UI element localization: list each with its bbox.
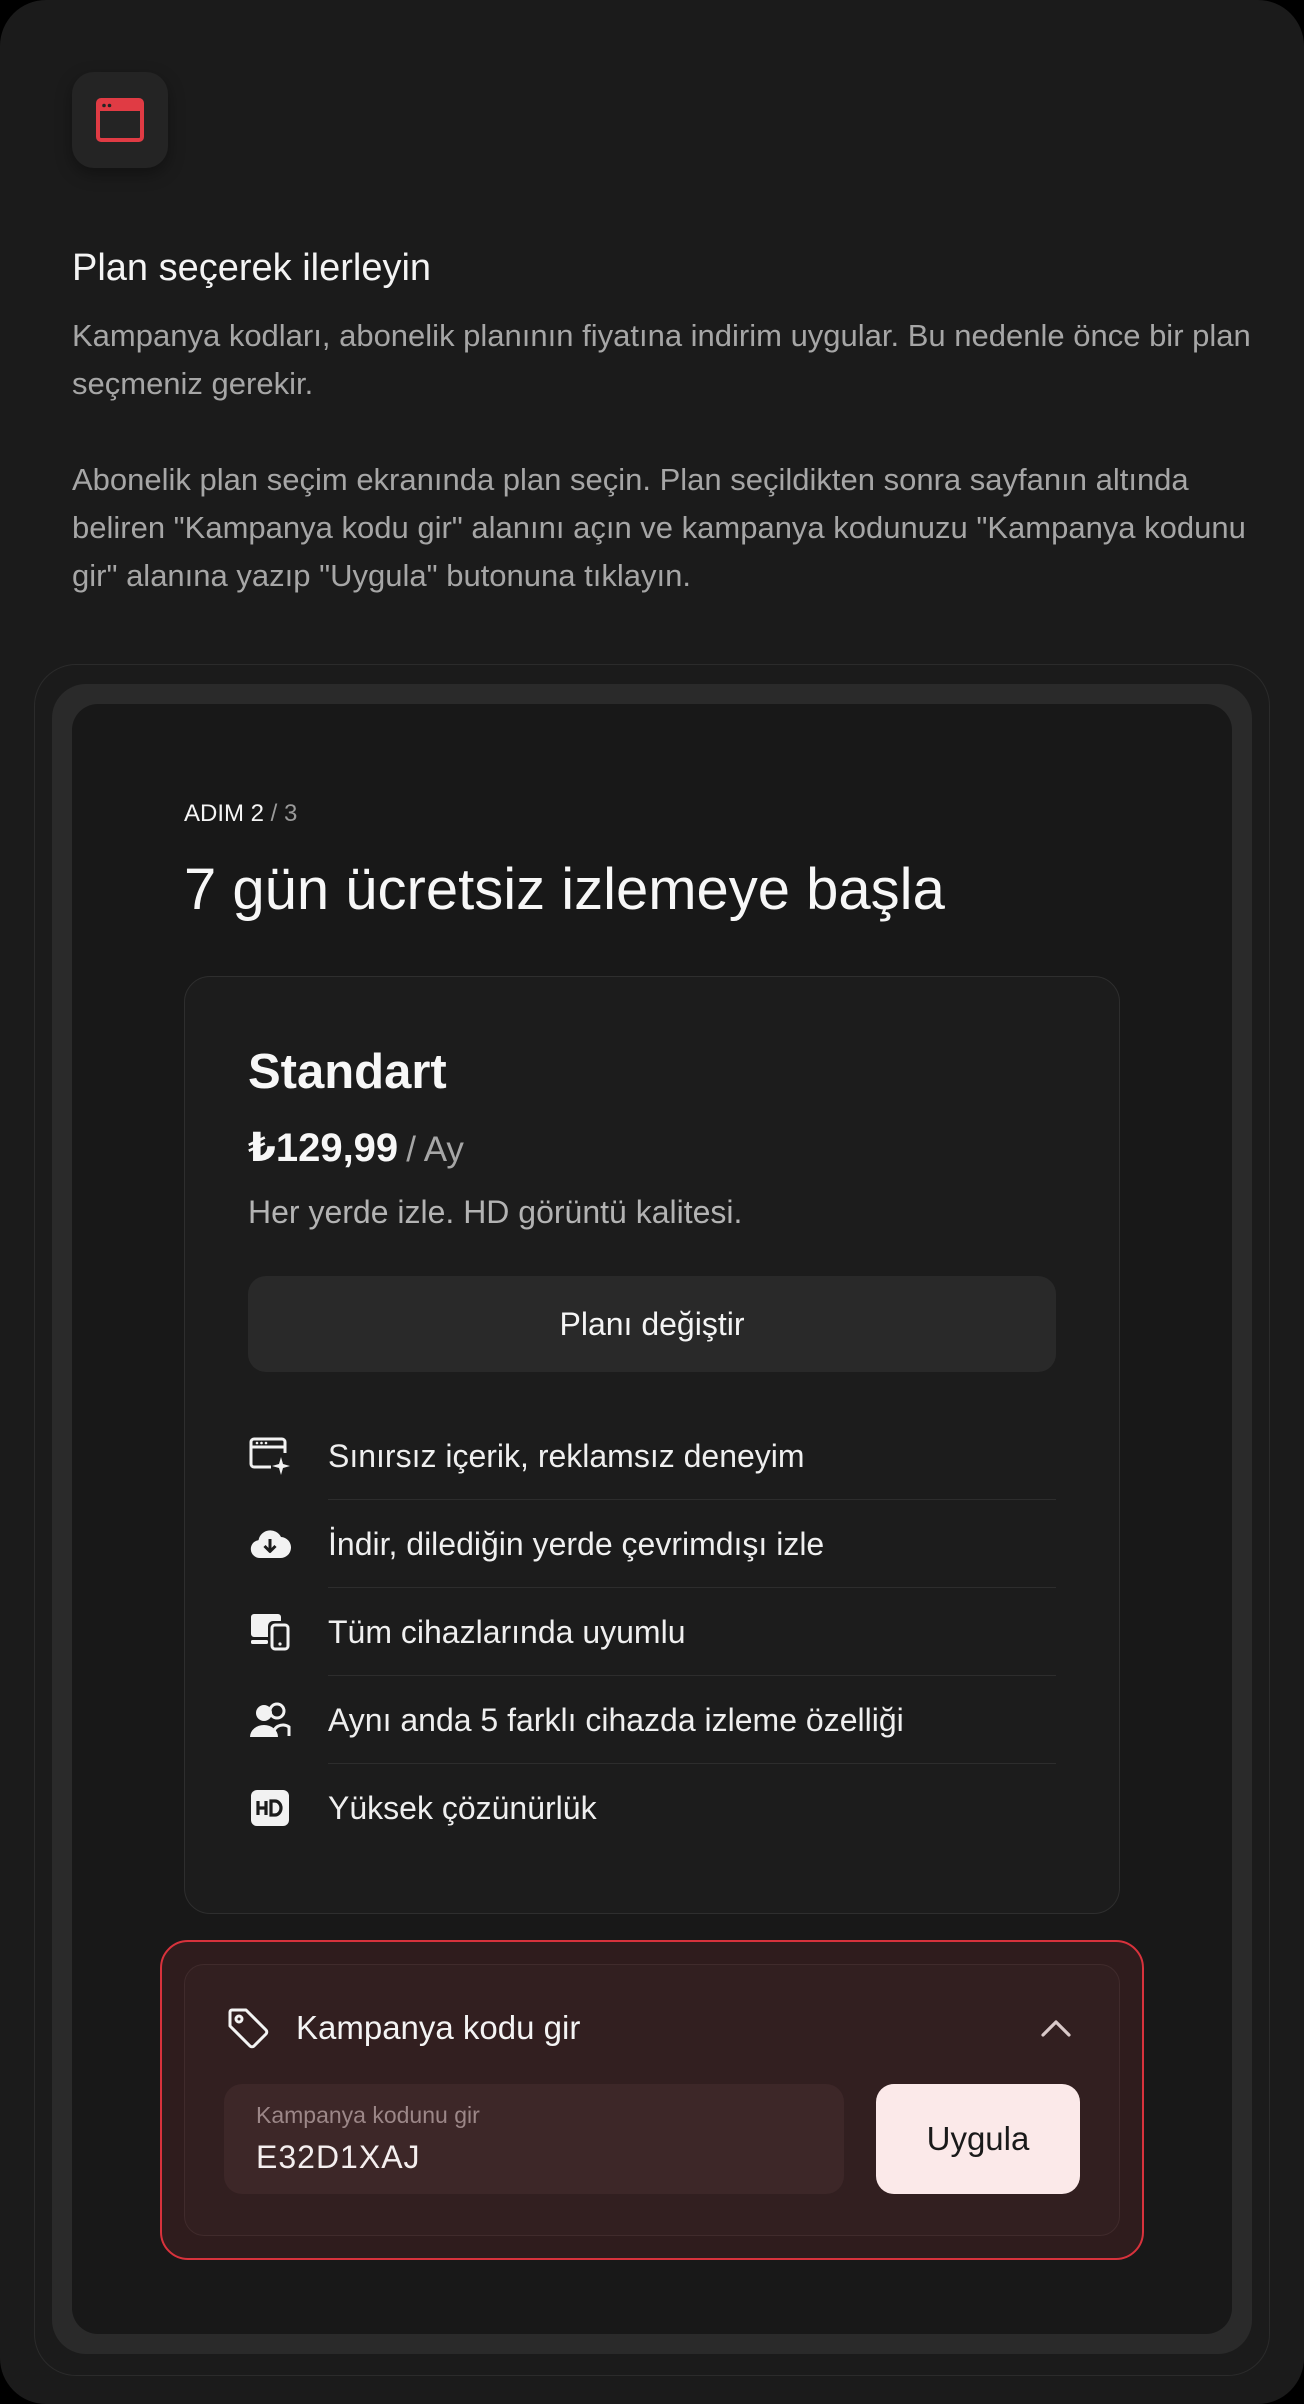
screen: Plan seçerek ilerleyin Kampanya kodları,… — [0, 0, 1304, 2404]
plan-description: Her yerde izle. HD görüntü kalitesi. — [248, 1194, 743, 1230]
devices-icon — [248, 1610, 292, 1654]
chevron-up-icon[interactable] — [1038, 2012, 1074, 2044]
hd-icon — [248, 1786, 292, 1830]
feature-label: Sınırsız içerik, reklamsız deneyim — [328, 1438, 805, 1474]
feature-item: Tüm cihazlarında uyumlu — [248, 1588, 1056, 1676]
promo-code-label: Kampanya kodunu gir — [256, 2102, 480, 2128]
plan-name: Standart — [248, 1045, 447, 1099]
page-headline: 7 gün ücretsiz izlemeye başla — [184, 857, 945, 922]
feature-item: Sınırsız içerik, reklamsız deneyim — [248, 1412, 1056, 1500]
price-period: / Ay — [406, 1130, 464, 1169]
browser-window-icon — [96, 98, 144, 142]
feature-item: Yüksek çözünürlük — [248, 1764, 1056, 1852]
feature-item: Aynı anda 5 farklı cihazda izleme özelli… — [248, 1676, 1056, 1764]
price-amount: ₺129,99 — [248, 1126, 399, 1170]
feature-label: Tüm cihazlarında uyumlu — [328, 1614, 686, 1650]
intro-paragraph-2: Abonelik plan seçim ekranında plan seçin… — [72, 462, 1246, 593]
intro-paragraph-1: Kampanya kodları, abonelik planının fiya… — [72, 318, 1251, 401]
step-indicator: ADIM 2 / 3 — [184, 798, 297, 830]
cloud-download-icon — [248, 1522, 292, 1566]
feature-label: Aynı anda 5 farklı cihazda izleme özelli… — [328, 1702, 904, 1738]
plan-price: ₺129,99/ Ay — [248, 1120, 464, 1185]
promo-code-input[interactable] — [256, 2136, 816, 2178]
app-badge — [72, 72, 168, 168]
apply-button[interactable]: Uygula — [876, 2084, 1080, 2194]
feature-item: İndir, dilediğin yerde çevrimdışı izle — [248, 1500, 1056, 1588]
promo-toggle-title[interactable]: Kampanya kodu gir — [296, 2008, 580, 2048]
step-current: ADIM 2 — [184, 800, 265, 827]
change-plan-button[interactable]: Planı değiştir — [248, 1276, 1056, 1372]
feature-label: Yüksek çözünürlük — [328, 1790, 597, 1826]
step-total: / 3 — [264, 800, 298, 827]
intro-title: Plan seçerek ilerleyin — [72, 247, 432, 289]
promo-code-field[interactable]: Kampanya kodunu gir — [224, 2084, 844, 2194]
tag-icon — [228, 2008, 269, 2049]
screen-sparkle-icon — [248, 1434, 292, 1478]
feature-label: İndir, dilediğin yerde çevrimdışı izle — [328, 1526, 825, 1562]
users-icon — [248, 1698, 292, 1742]
